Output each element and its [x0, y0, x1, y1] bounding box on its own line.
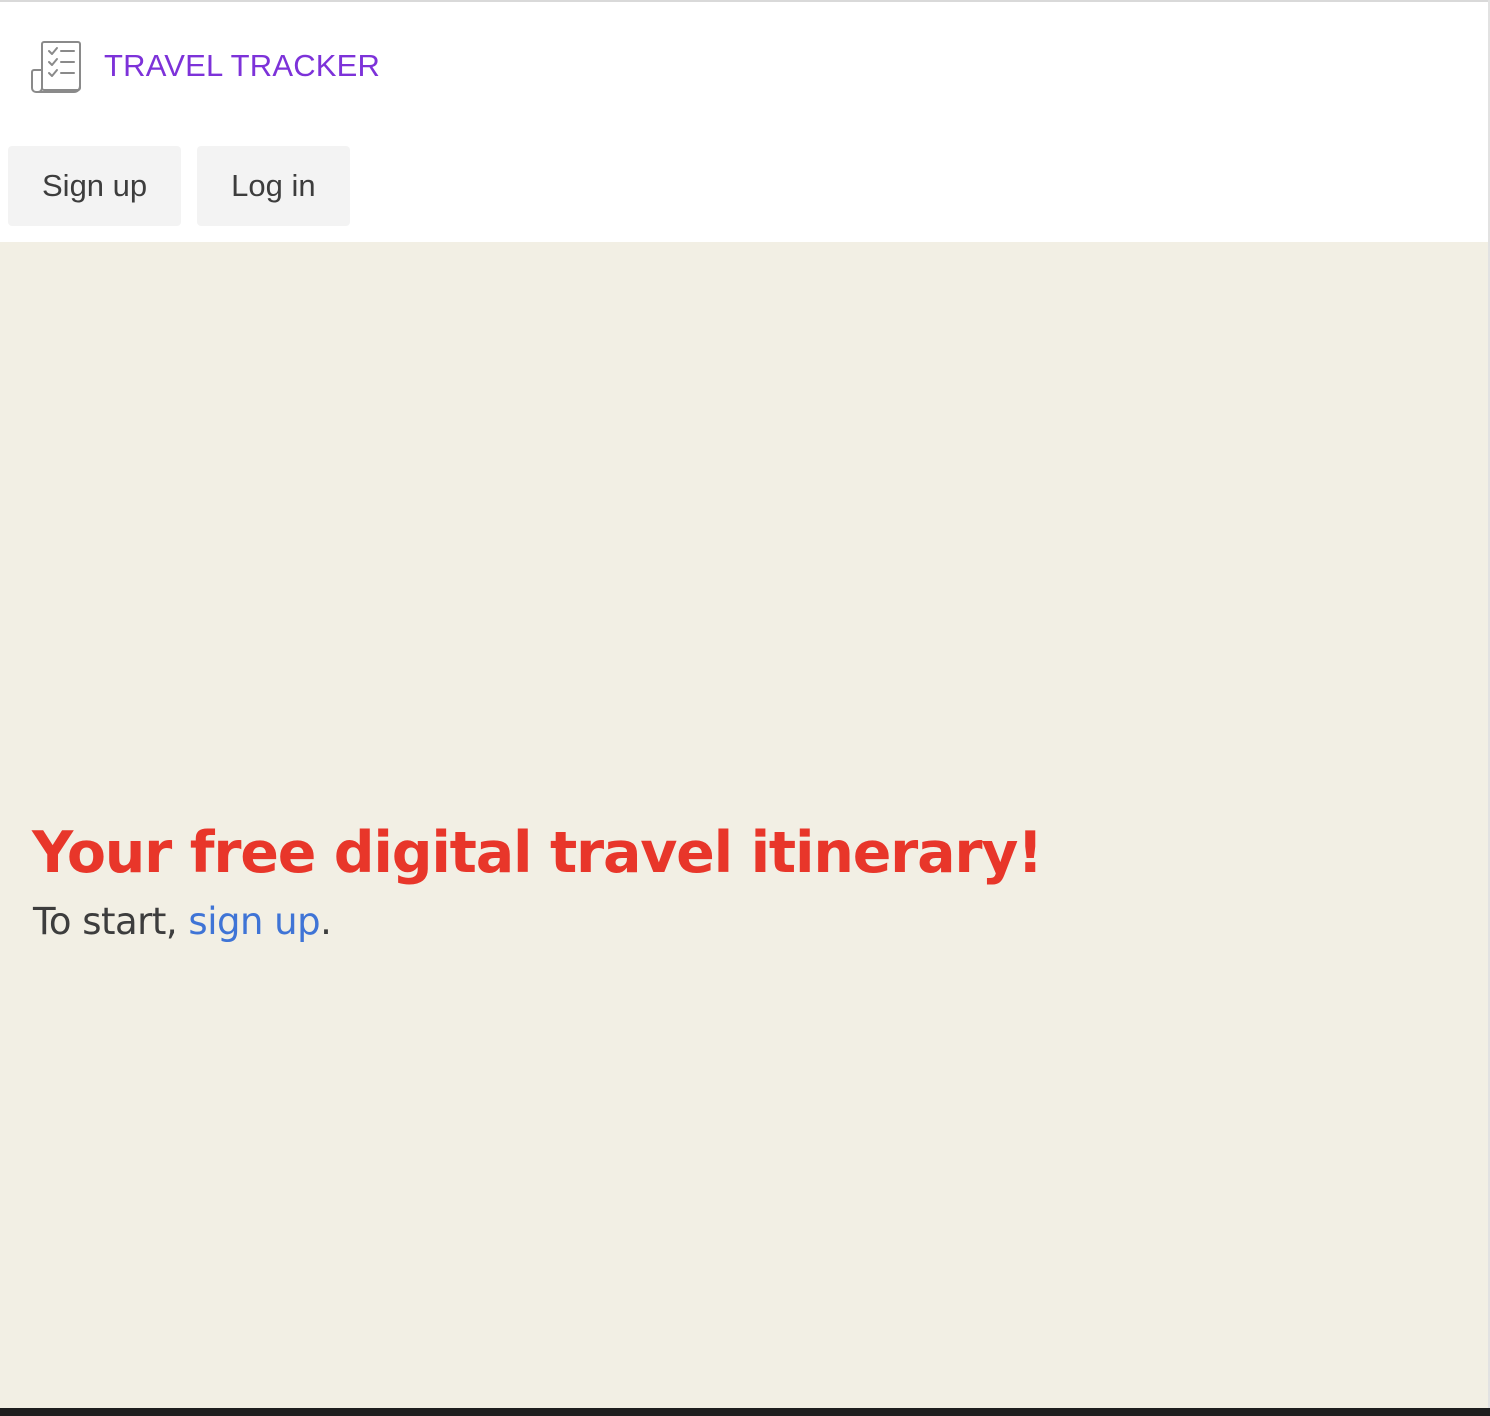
bottom-panel-edge	[0, 1408, 1490, 1416]
brand-title[interactable]: TRAVEL TRACKER	[104, 48, 380, 84]
signup-button[interactable]: Sign up	[8, 146, 182, 226]
hero-subtitle-prefix: To start,	[33, 900, 189, 943]
checklist-map-icon	[31, 41, 81, 93]
hero-subtitle-suffix: .	[320, 900, 332, 943]
brand-home-link[interactable]: TRAVEL TRACKER	[28, 38, 380, 94]
login-button[interactable]: Log in	[197, 146, 350, 226]
hero-title: Your free digital travel itinerary!	[32, 820, 1043, 886]
hero-section: Your free digital travel itinerary! To s…	[0, 242, 1490, 1408]
hero-subtitle: To start, sign up.	[33, 900, 332, 943]
signup-link[interactable]: sign up	[188, 900, 320, 943]
site-header: TRAVEL TRACKER Sign up Log in	[0, 2, 1490, 242]
auth-nav: Sign up Log in	[8, 146, 350, 226]
